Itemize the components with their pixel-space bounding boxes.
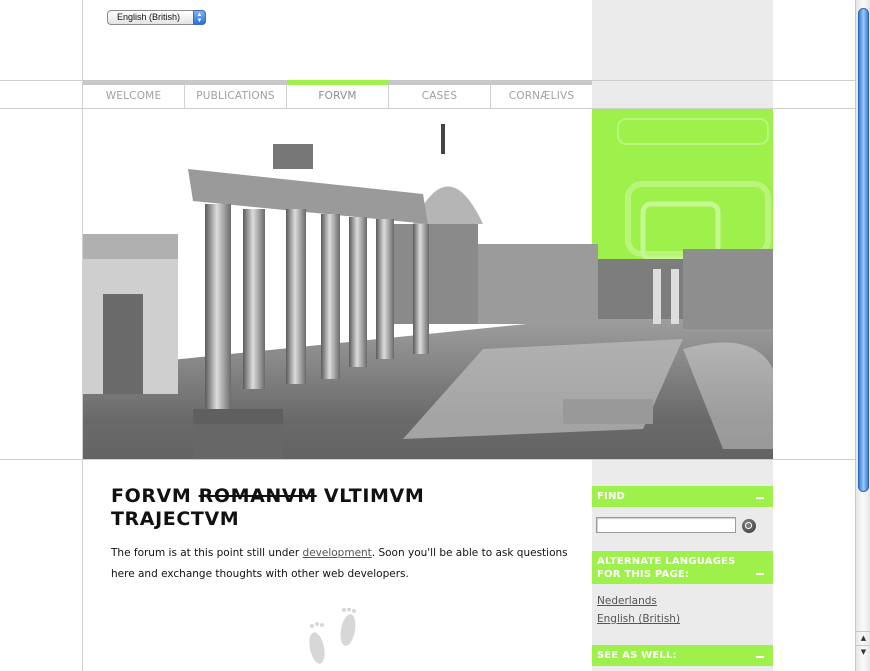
language-link-english-british[interactable]: English (British): [597, 613, 680, 625]
nav-tab-forvm[interactable]: FORVM: [287, 80, 389, 108]
find-heading[interactable]: FIND: [592, 486, 773, 507]
scroll-down-icon[interactable]: ▼: [856, 645, 870, 658]
intro-text-start: The forum is at this point still under: [111, 547, 303, 559]
nav-tab-cornaelivs[interactable]: CORNÆLIVS: [491, 80, 592, 108]
minus-icon: [756, 655, 764, 658]
footprints-icon: [309, 608, 356, 664]
minus-icon: [756, 496, 764, 499]
nav-tab-publications[interactable]: PUBLICATIONS: [185, 80, 287, 108]
see-as-well-label: SEE AS WELL:: [597, 650, 677, 661]
alternate-languages-label: ALTERNATE LANGUAGES FOR THIS PAGE:: [597, 556, 736, 580]
page: English (British) ▲ ▼ WELCOME PUBLICATION…: [0, 0, 870, 671]
title-part-forvm: FORVM: [111, 485, 199, 507]
language-select[interactable]: English (British) ▲ ▼: [107, 10, 206, 25]
language-link-nederlands[interactable]: Nederlands: [597, 595, 657, 607]
development-link[interactable]: development: [303, 547, 372, 559]
page-title: FORVM ROMANVM VLTIMVM TRAJECTVM: [111, 485, 551, 531]
main-nav: WELCOME PUBLICATIONS FORVM CASES CORNÆLI…: [83, 80, 592, 108]
scroll-up-icon[interactable]: ▲: [856, 631, 870, 644]
nav-tab-welcome[interactable]: WELCOME: [83, 80, 185, 108]
find-heading-label: FIND: [597, 491, 626, 502]
title-strikethrough-word: ROMANVM: [198, 485, 317, 507]
vertical-scrollbar[interactable]: ▲ ▼: [855, 0, 870, 671]
search-icon[interactable]: [742, 519, 756, 533]
alternate-languages-heading[interactable]: ALTERNATE LANGUAGES FOR THIS PAGE:: [592, 551, 773, 584]
hero-forum-image: [83, 109, 773, 459]
chevron-updown-icon: ▲ ▼: [193, 10, 206, 25]
intro-paragraph: The forum is at this point still under d…: [111, 543, 571, 585]
nav-tab-cases[interactable]: CASES: [389, 80, 491, 108]
find-input[interactable]: [596, 517, 736, 533]
hero-bottom-divider: [0, 459, 855, 460]
scrollbar-thumb[interactable]: [858, 8, 869, 492]
minus-icon: [756, 573, 764, 575]
see-as-well-heading[interactable]: SEE AS WELL:: [592, 645, 773, 666]
language-select-value: English (British): [117, 12, 181, 22]
